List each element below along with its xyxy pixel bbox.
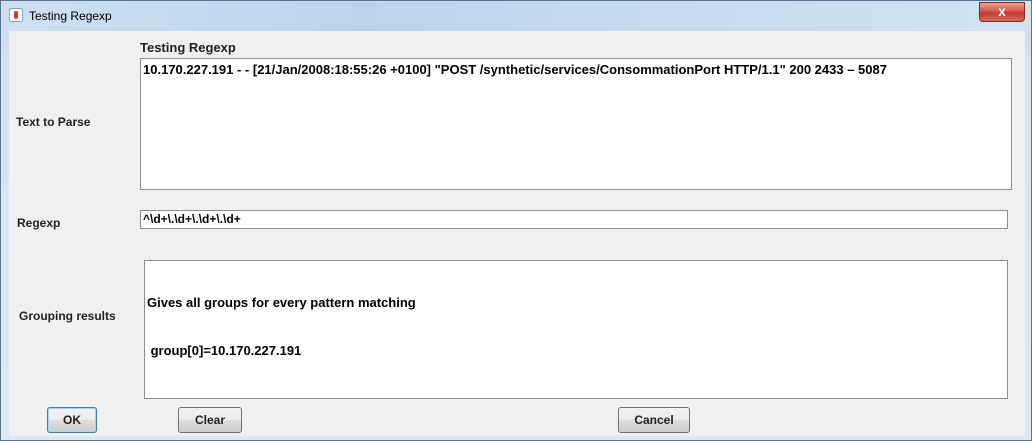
dialog-content: Testing Regexp Text to Parse 10.170.227.… xyxy=(9,31,1025,436)
window-title: Testing Regexp xyxy=(29,9,112,23)
grouping-result-line: Gives all groups for every pattern match… xyxy=(147,295,416,310)
ok-button[interactable]: OK xyxy=(47,407,97,433)
text-to-parse-area[interactable]: 10.170.227.191 - - [21/Jan/2008:18:55:26… xyxy=(140,58,1012,190)
regexp-label: Regexp xyxy=(17,216,61,230)
clear-button[interactable]: Clear xyxy=(178,407,242,433)
text-to-parse-label: Text to Parse xyxy=(16,115,91,129)
form-heading: Testing Regexp xyxy=(140,40,236,55)
dialog-window: Testing Regexp x Testing Regexp Text to … xyxy=(0,0,1032,441)
grouping-results-label: Grouping results xyxy=(19,309,116,323)
regexp-field[interactable]: ^\d+\.\d+\.\d+\.\d+ xyxy=(140,210,1008,229)
close-button[interactable]: x xyxy=(979,2,1025,22)
grouping-results-area[interactable]: Gives all groups for every pattern match… xyxy=(144,260,1008,399)
cancel-button[interactable]: Cancel xyxy=(618,407,690,433)
grouping-result-line: group[0]=10.170.227.191 xyxy=(147,343,302,358)
title-bar[interactable]: Testing Regexp x xyxy=(1,1,1031,31)
java-cup-icon xyxy=(9,8,23,22)
